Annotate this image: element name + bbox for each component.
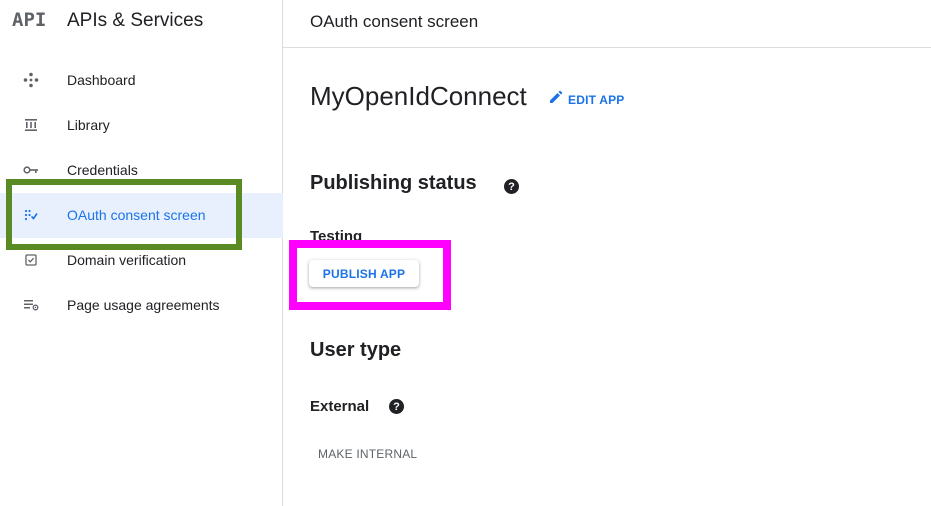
sidebar-header: API APIs & Services [0,0,283,46]
make-internal-button[interactable]: MAKE INTERNAL [318,447,417,461]
sidebar-item-label: Library [67,117,110,133]
sidebar-item-label: OAuth consent screen [67,207,206,223]
help-icon[interactable]: ? [504,179,519,194]
page-header: OAuth consent screen [283,0,931,48]
sidebar-item-library[interactable]: Library [0,103,283,148]
sidebar-item-dashboard[interactable]: Dashboard [0,58,283,103]
sidebar-item-credentials[interactable]: Credentials [0,148,283,193]
sidebar-item-oauth-consent-screen[interactable]: OAuth consent screen [0,193,283,238]
user-type-title: User type [310,339,402,361]
library-icon [21,115,41,135]
key-icon [21,160,41,180]
sidebar-item-label: Page usage agreements [67,297,220,313]
sidebar: API APIs & Services Dashboard Library Cr… [0,0,283,506]
consent-icon [21,205,41,225]
publishing-status-title: Publishing status [310,172,477,194]
api-logo: API [12,9,47,31]
publish-app-label: PUBLISH APP [322,266,406,281]
dashboard-icon [21,70,41,90]
publishing-status-value: Testing [310,228,363,245]
sidebar-item-label: Domain verification [67,252,187,268]
edit-app-label: EDIT APP [568,92,625,107]
sidebar-item-label: Credentials [67,162,138,178]
help-icon[interactable]: ? [389,399,404,414]
sidebar-item-page-usage-agreements[interactable]: Page usage agreements [0,283,283,328]
settings-list-icon [21,295,41,315]
sidebar-nav: Dashboard Library Credentials OAuth cons… [0,58,283,328]
sidebar-item-label: Dashboard [67,72,136,88]
app-name: MyOpenIdConnect [310,81,527,111]
pencil-icon [549,90,563,109]
page-header-title: OAuth consent screen [310,12,479,31]
checkbox-icon [21,250,41,270]
sidebar-item-domain-verification[interactable]: Domain verification [0,238,283,283]
product-title: APIs & Services [67,10,204,31]
main-content: MyOpenIdConnect EDIT APP Publishing stat… [283,49,931,506]
publish-app-button[interactable]: PUBLISH APP [309,260,419,287]
edit-app-button[interactable]: EDIT APP [549,90,625,109]
user-type-value: External [310,398,370,415]
